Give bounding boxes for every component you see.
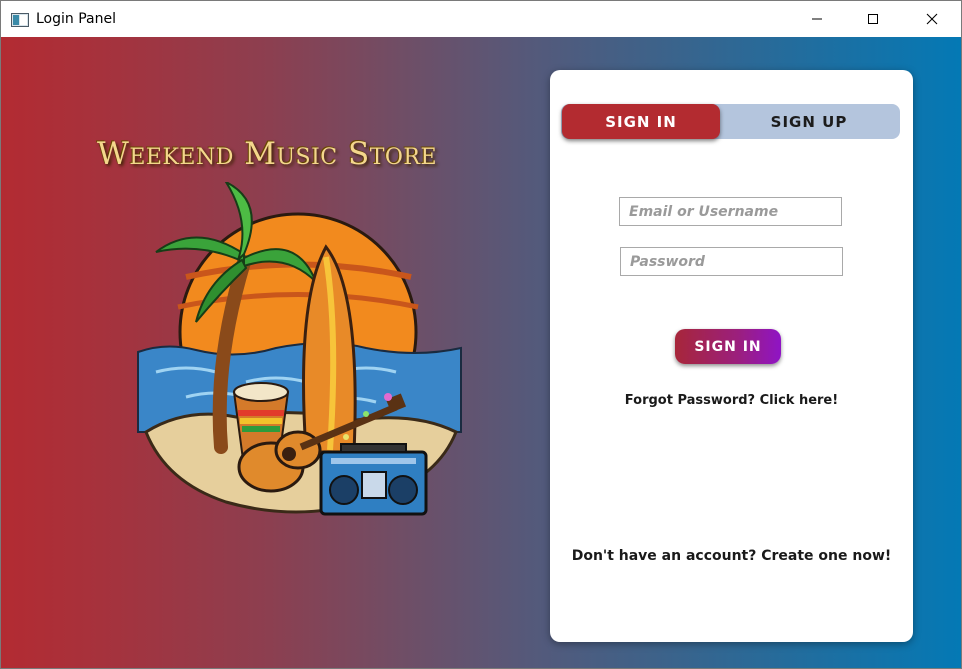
store-logo-text: Weekend Music Store (97, 136, 438, 172)
title-bar[interactable]: Login Panel (1, 0, 961, 38)
create-account-link[interactable]: Don't have an account? Create one now! (550, 548, 913, 564)
password-input[interactable] (620, 247, 843, 276)
close-icon (926, 10, 938, 29)
forgot-password-link[interactable]: Forgot Password? Click here! (550, 393, 913, 408)
close-button[interactable] (909, 1, 955, 38)
email-username-input[interactable] (619, 197, 842, 226)
sign-in-button[interactable]: SIGN IN (675, 329, 781, 364)
tab-sign-in[interactable]: SIGN IN (562, 104, 720, 139)
minimize-button[interactable] (794, 1, 840, 38)
tab-sign-up[interactable]: SIGN UP (721, 104, 897, 139)
app-window-icon (11, 12, 29, 27)
login-window: Login Panel Weekend Music Store SIGN IN … (0, 0, 962, 669)
beach-music-illustration (126, 179, 471, 527)
main-content: Weekend Music Store SIGN IN SIGN UP Emai… (1, 37, 961, 668)
maximize-icon (867, 10, 879, 29)
minimize-icon (811, 10, 823, 29)
maximize-button[interactable] (850, 1, 896, 38)
auth-tabs: SIGN IN SIGN UP (561, 104, 900, 139)
login-panel: SIGN IN SIGN UP SIGN IN Forgot Password?… (550, 70, 913, 642)
window-title: Login Panel (36, 11, 116, 27)
